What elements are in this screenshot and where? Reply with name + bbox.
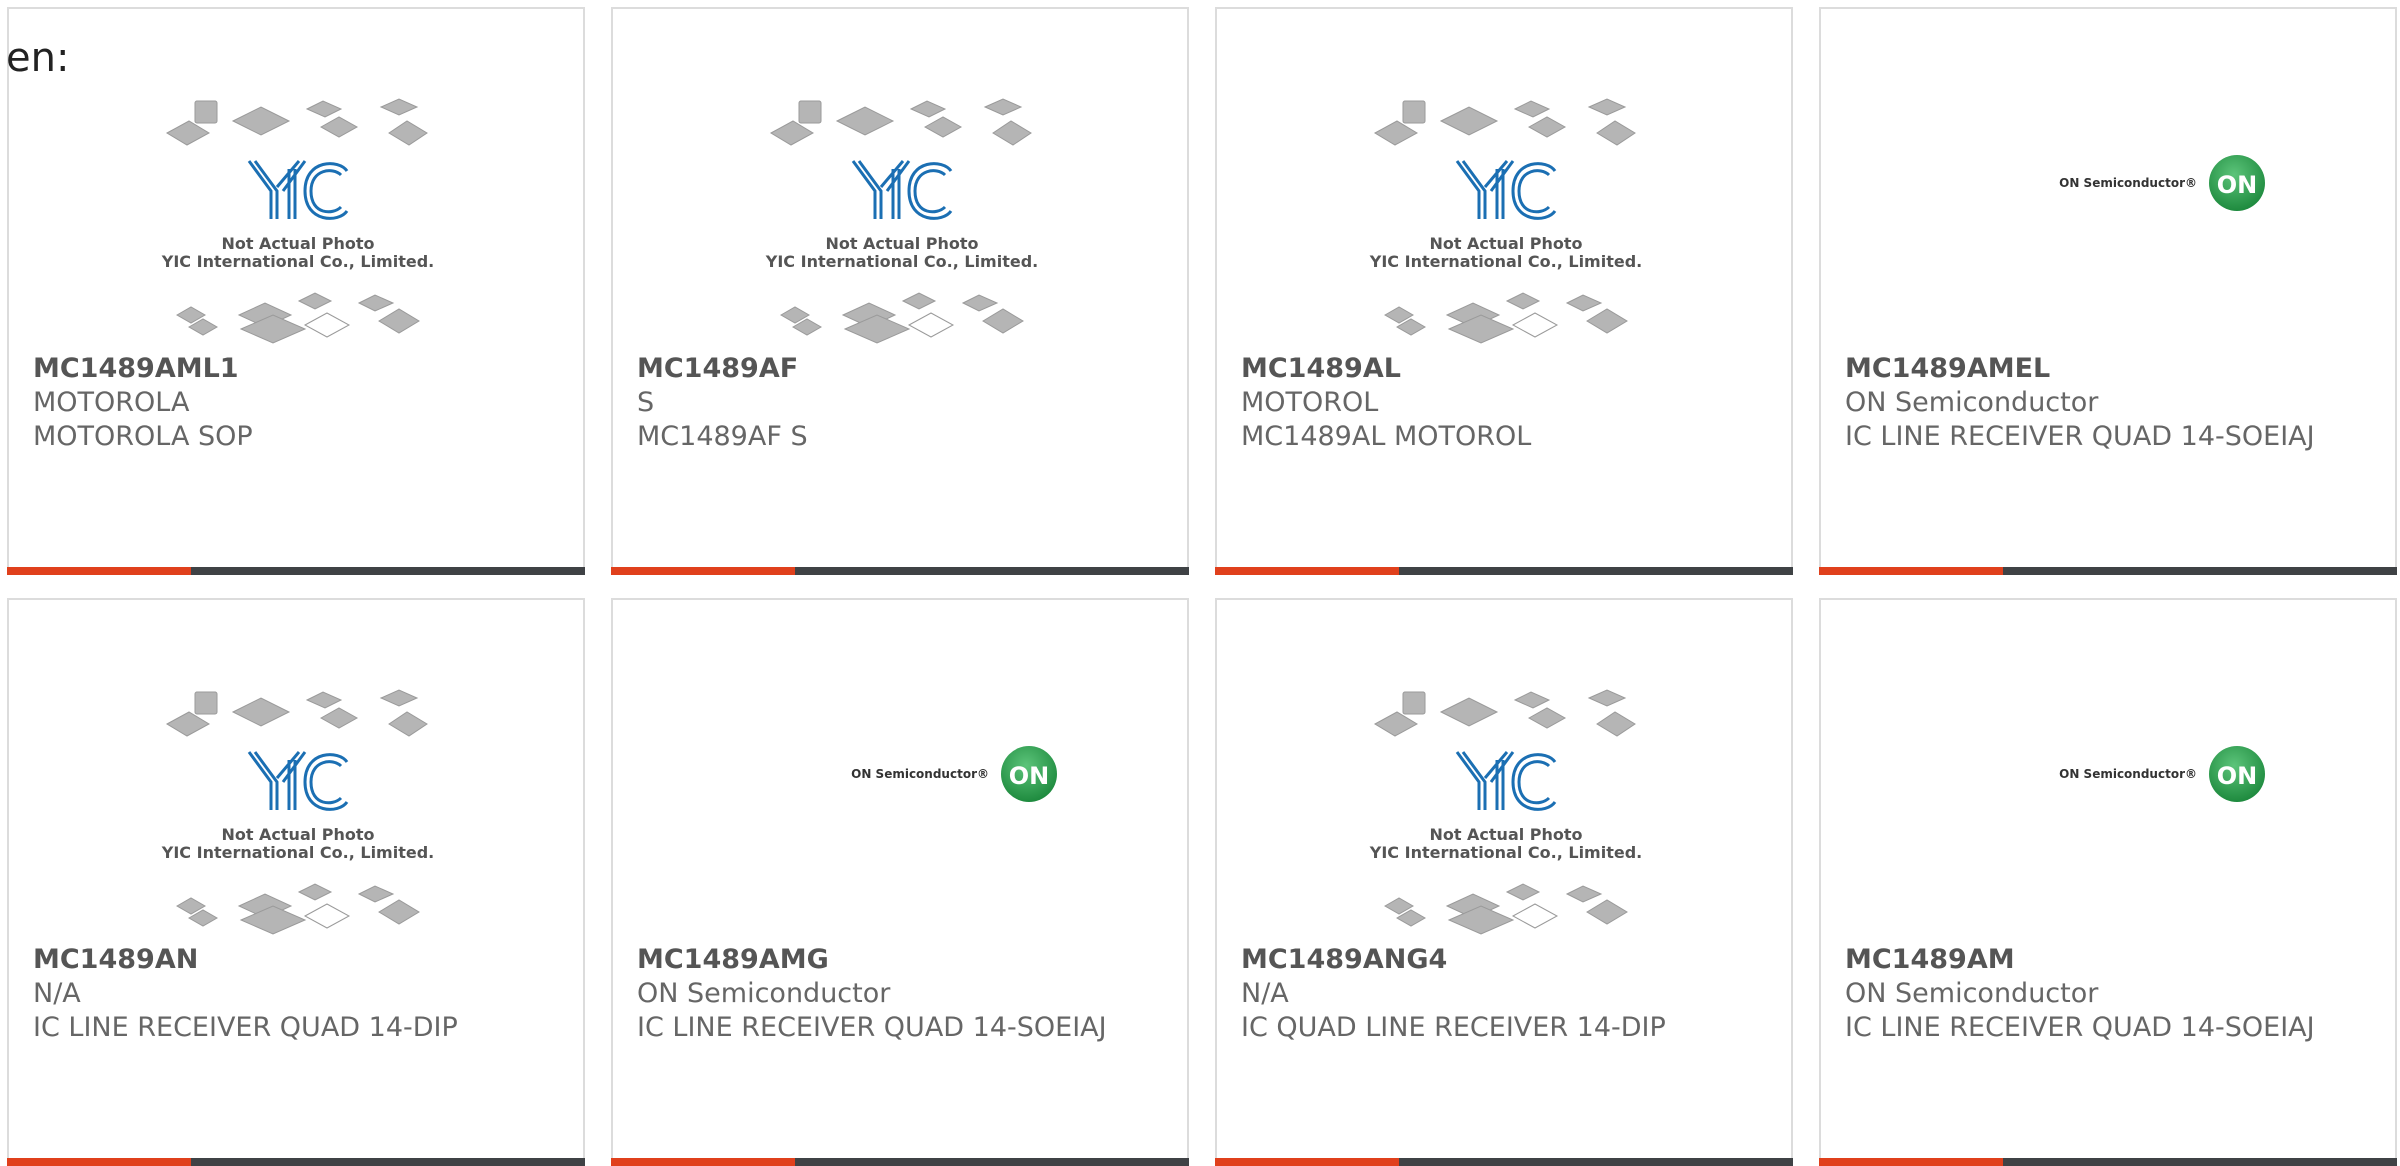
product-image[interactable]: ON Semiconductor® ON [613, 600, 1187, 940]
on-semi-logo-text: ON Semiconductor® [851, 767, 989, 781]
card-accent-bar [7, 1158, 191, 1166]
product-info: MC1489AML1 MOTOROLA MOTOROLA SOP [33, 352, 503, 454]
part-number-link[interactable]: MC1489AMEL [1845, 352, 2315, 386]
card-accent-bar [611, 567, 795, 575]
product-image[interactable]: Not Actual Photo YIC International Co., … [1217, 600, 1791, 940]
product-info: MC1489AMEL ON Semiconductor IC LINE RECE… [1845, 352, 2315, 454]
product-card[interactable]: ON Semiconductor® ON MC1489AM ON Semicon… [1819, 598, 2397, 1166]
card-bottom-bar [7, 567, 585, 575]
card-bottom-bar [1215, 1158, 1793, 1166]
card-bottom-bar [1819, 567, 2397, 575]
chip-placeholder-image: Not Actual Photo YIC International Co., … [161, 689, 434, 935]
brand-name: MOTOROL [1241, 387, 1379, 418]
product-info: MC1489ANG4 N/A IC QUAD LINE RECEIVER 14-… [1241, 943, 1711, 1045]
product-image[interactable]: ON Semiconductor® ON [1821, 9, 2395, 349]
product-info: MC1489AMG ON Semiconductor IC LINE RECEI… [637, 943, 1107, 1045]
brand-name: MOTOROLA [33, 387, 190, 418]
brand-name: S [637, 387, 655, 418]
card-bottom-bar [611, 567, 1189, 575]
card-bottom-bar [1215, 567, 1793, 575]
yic-company-text: YIC International Co., Limited. [765, 252, 1038, 271]
product-card[interactable]: Not Actual Photo YIC International Co., … [7, 7, 585, 575]
product-card[interactable]: ON Semiconductor® ON MC1489AMG ON Semico… [611, 598, 1189, 1166]
chip-placeholder-image: Not Actual Photo YIC International Co., … [1369, 689, 1642, 935]
card-accent-bar [1819, 1158, 2003, 1166]
yic-company-text: YIC International Co., Limited. [1369, 252, 1642, 271]
product-card[interactable]: ON Semiconductor® ON MC1489AMEL ON Semic… [1819, 7, 2397, 575]
on-logo-mark: ON [2217, 171, 2258, 199]
chip-placeholder-image: Not Actual Photo YIC International Co., … [161, 98, 434, 344]
product-description: MC1489AF S [637, 421, 808, 452]
language-label: en: [6, 35, 70, 81]
product-description: IC LINE RECEIVER QUAD 14-SOEIAJ [1845, 421, 2315, 452]
product-info: MC1489AL MOTOROL MC1489AL MOTOROL [1241, 352, 1711, 454]
part-number-link[interactable]: MC1489ANG4 [1241, 943, 1711, 977]
product-card[interactable]: Not Actual Photo YIC International Co., … [7, 598, 585, 1166]
chip-placeholder-image: Not Actual Photo YIC International Co., … [1369, 98, 1642, 344]
product-image[interactable]: ON Semiconductor® ON [1821, 600, 2395, 940]
not-actual-photo-text: Not Actual Photo [1429, 234, 1582, 253]
on-logo-mark: ON [1009, 762, 1050, 790]
product-description: MOTOROLA SOP [33, 421, 253, 452]
not-actual-photo-text: Not Actual Photo [825, 234, 978, 253]
yic-company-text: YIC International Co., Limited. [1369, 843, 1642, 862]
card-accent-bar [7, 567, 191, 575]
part-number-link[interactable]: MC1489AF [637, 352, 1107, 386]
part-number-link[interactable]: MC1489AN [33, 943, 503, 977]
on-semiconductor-logo-image: ON Semiconductor® ON [2059, 155, 2265, 211]
yic-company-text: YIC International Co., Limited. [161, 252, 434, 271]
part-number-link[interactable]: MC1489AMG [637, 943, 1107, 977]
part-number-link[interactable]: MC1489AML1 [33, 352, 503, 386]
brand-name: N/A [33, 978, 81, 1009]
product-card[interactable]: Not Actual Photo YIC International Co., … [1215, 7, 1793, 575]
product-info: MC1489AN N/A IC LINE RECEIVER QUAD 14-DI… [33, 943, 503, 1045]
part-number-link[interactable]: MC1489AM [1845, 943, 2315, 977]
product-description: IC QUAD LINE RECEIVER 14-DIP [1241, 1012, 1666, 1043]
product-image[interactable]: Not Actual Photo YIC International Co., … [613, 9, 1187, 349]
product-image[interactable]: Not Actual Photo YIC International Co., … [9, 9, 583, 349]
brand-name: N/A [1241, 978, 1289, 1009]
card-accent-bar [611, 1158, 795, 1166]
brand-name: ON Semiconductor [637, 978, 891, 1009]
card-bottom-bar [1819, 1158, 2397, 1166]
brand-name: ON Semiconductor [1845, 387, 2099, 418]
product-card[interactable]: Not Actual Photo YIC International Co., … [1215, 598, 1793, 1166]
product-description: MC1489AL MOTOROL [1241, 421, 1532, 452]
part-number-link[interactable]: MC1489AL [1241, 352, 1711, 386]
brand-name: ON Semiconductor [1845, 978, 2099, 1009]
product-description: IC LINE RECEIVER QUAD 14-SOEIAJ [637, 1012, 1107, 1043]
product-image[interactable]: Not Actual Photo YIC International Co., … [9, 600, 583, 940]
product-info: MC1489AF S MC1489AF S [637, 352, 1107, 454]
product-image[interactable]: Not Actual Photo YIC International Co., … [1217, 9, 1791, 349]
card-bottom-bar [7, 1158, 585, 1166]
card-accent-bar [1819, 567, 2003, 575]
card-accent-bar [1215, 567, 1399, 575]
not-actual-photo-text: Not Actual Photo [1429, 825, 1582, 844]
chip-placeholder-image: Not Actual Photo YIC International Co., … [765, 98, 1038, 344]
not-actual-photo-text: Not Actual Photo [221, 234, 374, 253]
not-actual-photo-text: Not Actual Photo [221, 825, 374, 844]
card-bottom-bar [611, 1158, 1189, 1166]
product-card[interactable]: Not Actual Photo YIC International Co., … [611, 7, 1189, 575]
on-semi-logo-text: ON Semiconductor® [2059, 176, 2197, 190]
on-semiconductor-logo-image: ON Semiconductor® ON [851, 746, 1057, 802]
product-description: IC LINE RECEIVER QUAD 14-SOEIAJ [1845, 1012, 2315, 1043]
on-semiconductor-logo-image: ON Semiconductor® ON [2059, 746, 2265, 802]
on-logo-mark: ON [2217, 762, 2258, 790]
product-info: MC1489AM ON Semiconductor IC LINE RECEIV… [1845, 943, 2315, 1045]
card-accent-bar [1215, 1158, 1399, 1166]
on-semi-logo-text: ON Semiconductor® [2059, 767, 2197, 781]
product-description: IC LINE RECEIVER QUAD 14-DIP [33, 1012, 458, 1043]
yic-company-text: YIC International Co., Limited. [161, 843, 434, 862]
